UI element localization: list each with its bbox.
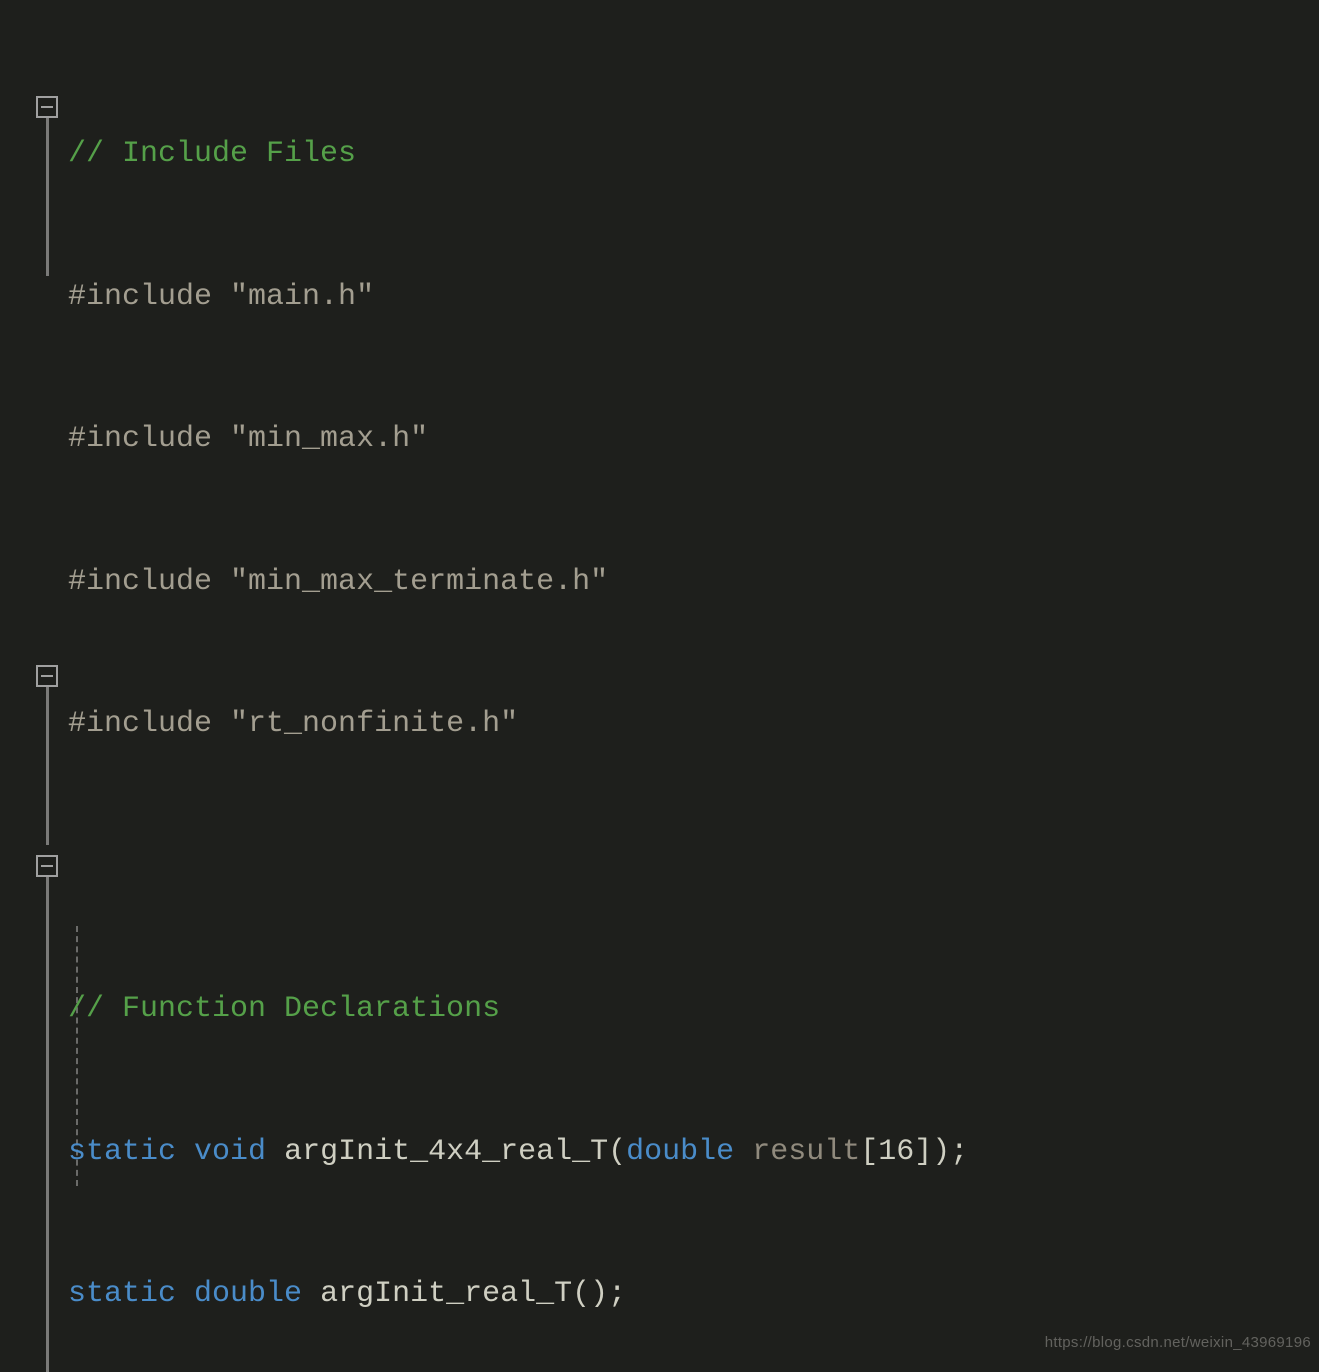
preprocessor: #include (68, 422, 230, 456)
code-editor: // Include Files #include "main.h" #incl… (0, 0, 1319, 1372)
keyword: double (194, 1277, 302, 1311)
comment: // Include Files (68, 137, 356, 171)
fold-line-1 (46, 118, 49, 276)
code-line: // Include Files (68, 131, 1004, 179)
keyword: double (626, 1135, 734, 1169)
fold-line-2 (46, 687, 49, 845)
string: "main.h" (230, 280, 374, 314)
code-line: #include "rt_nonfinite.h" (68, 701, 1004, 749)
string: "min_max.h" (230, 422, 428, 456)
preprocessor: #include (68, 280, 230, 314)
number: 16 (878, 1135, 914, 1169)
fold-line-3 (46, 877, 49, 1372)
preprocessor: #include (68, 707, 230, 741)
code-area: // Include Files #include "main.h" #incl… (68, 36, 1004, 1372)
gutter (0, 0, 66, 1372)
identifier: argInit_real_T (320, 1277, 572, 1311)
code-line: #include "min_max.h" (68, 416, 1004, 464)
code-line (68, 844, 1004, 892)
string: "rt_nonfinite.h" (230, 707, 518, 741)
string: "min_max_terminate.h" (230, 565, 608, 599)
keyword: static (68, 1135, 176, 1169)
code-line: static void argInit_4x4_real_T(double re… (68, 1129, 1004, 1177)
fold-toggle-1[interactable] (36, 96, 58, 118)
param: result (752, 1135, 860, 1169)
code-line: static double argInit_real_T(); (68, 1271, 1004, 1319)
keyword: static (68, 1277, 176, 1311)
fold-toggle-3[interactable] (36, 855, 58, 877)
preprocessor: #include (68, 565, 230, 599)
watermark: https://blog.csdn.net/weixin_43969196 (1045, 1319, 1311, 1367)
code-line: // Function Declarations (68, 986, 1004, 1034)
code-line: #include "min_max_terminate.h" (68, 559, 1004, 607)
identifier: argInit_4x4_real_T (284, 1135, 608, 1169)
comment: // Function Declarations (68, 992, 500, 1026)
code-line: #include "main.h" (68, 274, 1004, 322)
keyword: void (194, 1135, 266, 1169)
fold-toggle-2[interactable] (36, 665, 58, 687)
